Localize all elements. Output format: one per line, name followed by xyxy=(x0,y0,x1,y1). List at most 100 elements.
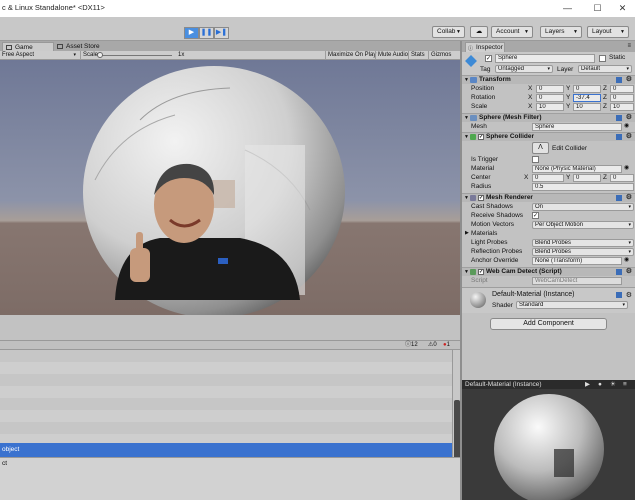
tag-dropdown[interactable]: Untagged xyxy=(495,65,553,73)
add-component-button[interactable]: Add Component xyxy=(490,318,607,330)
object-picker-icon[interactable]: ◉ xyxy=(624,164,629,173)
gear-icon[interactable]: ⚙ xyxy=(626,291,632,299)
warning-count-toggle[interactable]: ⚠0 xyxy=(428,342,437,349)
rotation-x-field[interactable]: 0 xyxy=(536,94,564,102)
menu-icon[interactable]: ≡ xyxy=(627,43,631,49)
collider-enabled-checkbox[interactable]: ✓ xyxy=(478,134,484,140)
gear-icon[interactable]: ⚙ xyxy=(626,194,632,202)
error-count: 1 xyxy=(446,342,450,348)
static-checkbox[interactable] xyxy=(599,55,606,62)
center-y-field[interactable]: 0 xyxy=(573,174,601,182)
scale-z-field[interactable]: 10 xyxy=(610,103,634,111)
rotation-z-field[interactable]: 0 xyxy=(610,94,634,102)
renderer-enabled-checkbox[interactable]: ✓ xyxy=(478,195,484,201)
sphere-collider-header[interactable]: ▼ ✓ Sphere Collider ⚙ xyxy=(462,132,635,141)
expand-arrow-icon: ▶ xyxy=(465,230,469,236)
help-icon[interactable] xyxy=(616,292,622,298)
tab-inspector[interactable]: ⓘ Inspector xyxy=(465,42,505,52)
gear-icon[interactable]: ⚙ xyxy=(626,76,632,84)
object-picker-icon[interactable]: ◉ xyxy=(624,122,629,131)
chevron-down-icon: ▼ xyxy=(456,29,461,35)
collab-button[interactable]: Collab ▼ xyxy=(432,26,465,38)
is-trigger-checkbox[interactable] xyxy=(532,156,539,163)
radius-field[interactable]: 0.5 xyxy=(532,183,634,191)
help-icon[interactable] xyxy=(616,195,622,201)
gear-icon[interactable]: ⚙ xyxy=(626,114,632,122)
aspect-dropdown[interactable]: Free Aspect ▾ xyxy=(0,51,78,60)
center-x-field[interactable]: 0 xyxy=(532,174,564,182)
receive-shadows-checkbox[interactable]: ✓ xyxy=(532,212,539,219)
physic-material-field[interactable]: None (Physic Material) xyxy=(532,165,622,173)
object-picker-icon[interactable]: ◉ xyxy=(624,256,629,265)
list-item[interactable] xyxy=(0,398,452,410)
layer-dropdown[interactable]: Default xyxy=(578,65,632,73)
preview-menu-icon[interactable]: ≡ xyxy=(623,380,627,389)
game-view[interactable] xyxy=(0,60,460,315)
step-icon[interactable]: ▶❚ xyxy=(214,27,229,39)
mesh-field[interactable]: Sphere xyxy=(532,123,622,131)
position-x-field[interactable]: 0 xyxy=(536,85,564,93)
gear-icon[interactable]: ⚙ xyxy=(626,268,632,276)
position-y-field[interactable]: 0 xyxy=(573,85,601,93)
preview-light-icon[interactable]: ☀ xyxy=(610,380,616,389)
mute-audio-toggle[interactable]: Mute Audio xyxy=(375,51,410,60)
layout-button[interactable]: Layout ▼ xyxy=(587,26,629,38)
minimize-icon[interactable]: — xyxy=(555,0,580,17)
list-item[interactable] xyxy=(0,422,452,434)
list-item[interactable] xyxy=(0,410,452,422)
scale-row: Scale X 10 Y 10 Z 10 xyxy=(462,102,635,111)
help-icon[interactable] xyxy=(616,77,622,83)
reflection-probes-dropdown[interactable]: Blend Probes xyxy=(532,248,634,256)
active-checkbox[interactable]: ✓ xyxy=(485,55,492,62)
material-preview[interactable] xyxy=(462,389,635,500)
maximize-on-play-toggle[interactable]: Maximize On Play xyxy=(325,51,378,60)
preview-mesh-icon[interactable]: ● xyxy=(598,380,602,389)
edit-collider-button[interactable]: Λ xyxy=(532,142,549,154)
list-item[interactable] xyxy=(0,374,452,386)
console-scrollbar[interactable] xyxy=(452,350,460,471)
center-label: Center xyxy=(471,174,491,181)
account-button[interactable]: Account ▼ xyxy=(491,26,533,38)
rotation-y-field[interactable]: -37.4 xyxy=(573,94,601,102)
mesh-renderer-header[interactable]: ▼ ✓ Mesh Renderer ⚙ xyxy=(462,193,635,202)
y-label: Y xyxy=(566,85,571,92)
light-probes-dropdown[interactable]: Blend Probes xyxy=(532,239,634,247)
cast-shadows-dropdown[interactable]: On xyxy=(532,203,634,211)
list-item[interactable] xyxy=(0,386,452,398)
center-z-field[interactable]: 0 xyxy=(610,174,634,182)
list-item[interactable] xyxy=(0,362,452,374)
console-selected-row[interactable]: object xyxy=(0,443,452,457)
close-icon[interactable]: ✕ xyxy=(610,0,635,17)
materials-row[interactable]: ▶ Materials xyxy=(462,229,635,238)
cloud-icon[interactable]: ☁ xyxy=(470,26,488,38)
info-count-toggle[interactable]: ⓘ12 xyxy=(405,342,418,349)
mesh-filter-header[interactable]: ▼ Sphere (Mesh Filter) ⚙ xyxy=(462,113,635,122)
scale-slider[interactable] xyxy=(100,55,172,56)
stats-toggle[interactable]: Stats xyxy=(408,51,427,60)
transform-header[interactable]: ▼ Transform ⚙ xyxy=(462,75,635,84)
gizmos-dropdown[interactable]: Gizmos xyxy=(428,51,453,60)
webcam-script-header[interactable]: ▼ ✓ Web Cam Detect (Script) ⚙ xyxy=(462,267,635,276)
layers-button[interactable]: Layers ▼ xyxy=(540,26,582,38)
shader-dropdown[interactable]: Standard xyxy=(516,301,628,309)
scale-slider-handle[interactable] xyxy=(97,52,103,58)
motion-vectors-dropdown[interactable]: Per Object Motion xyxy=(532,221,634,229)
scale-x-field[interactable]: 10 xyxy=(536,103,564,111)
window-title: c & Linux Standalone* <DX11> xyxy=(2,3,105,12)
gear-icon[interactable]: ⚙ xyxy=(626,133,632,141)
help-icon[interactable] xyxy=(616,269,622,275)
pause-icon[interactable]: ❚❚ xyxy=(199,27,214,39)
play-icon[interactable]: ▶ xyxy=(184,27,199,39)
anchor-override-field[interactable]: None (Transform) xyxy=(532,257,622,265)
script-enabled-checkbox[interactable]: ✓ xyxy=(478,269,484,275)
position-z-field[interactable]: 0 xyxy=(610,85,634,93)
play-preview-icon[interactable]: ▶ xyxy=(585,380,590,389)
list-item[interactable] xyxy=(0,350,452,362)
error-count-toggle[interactable]: ●1 xyxy=(443,342,450,349)
help-icon[interactable] xyxy=(616,115,622,121)
maximize-icon[interactable]: ☐ xyxy=(585,0,610,17)
help-icon[interactable] xyxy=(616,134,622,140)
scale-y-field[interactable]: 10 xyxy=(573,103,601,111)
object-name-field[interactable]: Sphere xyxy=(495,54,595,63)
script-field: WebCamDetect xyxy=(532,277,622,285)
